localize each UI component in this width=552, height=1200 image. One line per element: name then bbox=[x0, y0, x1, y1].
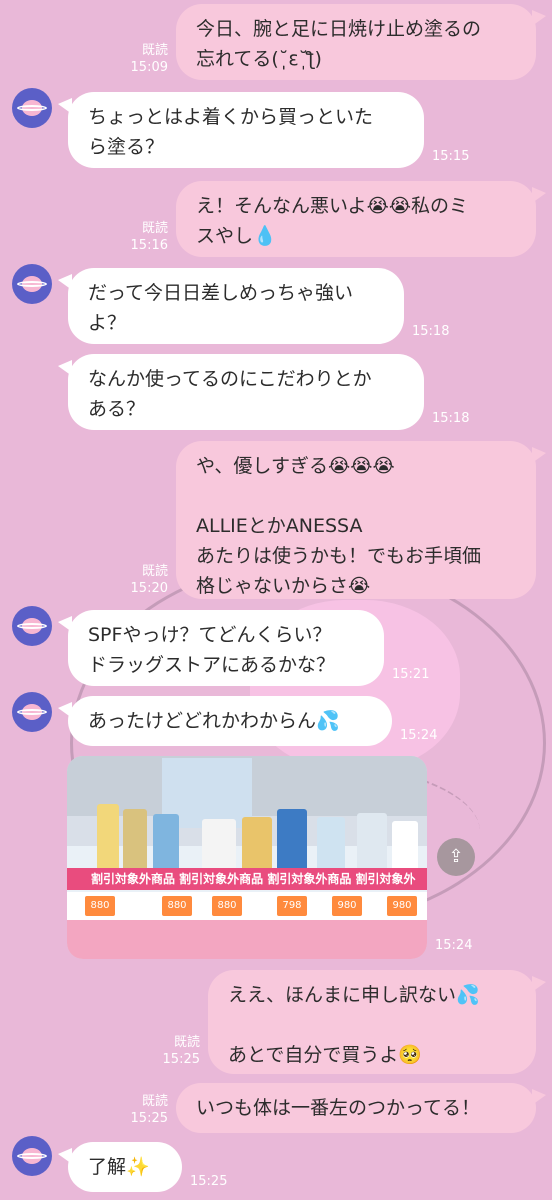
avatar[interactable] bbox=[12, 88, 52, 128]
message-time: 15:21 bbox=[392, 667, 430, 682]
price-tag: 980 bbox=[332, 896, 362, 916]
message-bubble-sent[interactable]: いつも体は一番左のつかってる！ bbox=[176, 1083, 546, 1133]
read-receipt: 既読 bbox=[141, 1094, 168, 1109]
price-tag: 880 bbox=[85, 896, 115, 916]
message-time: 15:18 bbox=[432, 411, 470, 426]
message-time: 15:09 bbox=[130, 60, 168, 75]
avatar[interactable] bbox=[12, 606, 52, 646]
message-bubble-received[interactable]: だって今日日差しめっちゃ強い よ？ bbox=[58, 268, 404, 344]
message-bubble-sent[interactable]: 今日、腕と足に日焼け止め塗るの 忘れてる(˘̩̩̩ε˘̩ƪ) bbox=[176, 4, 546, 80]
share-icon: ⇪ bbox=[448, 846, 464, 867]
chat-view[interactable]: 既読 15:09 今日、腕と足に日焼け止め塗るの 忘れてる(˘̩̩̩ε˘̩ƪ) … bbox=[0, 0, 552, 1200]
message-time: 15:16 bbox=[130, 238, 168, 253]
price-tag: 880 bbox=[162, 896, 192, 916]
message-meta: 既読 15:20 bbox=[110, 563, 168, 597]
read-receipt: 既読 bbox=[141, 564, 168, 579]
avatar[interactable] bbox=[12, 264, 52, 304]
message-bubble-sent[interactable]: ええ、ほんまに申し訳ない💦 あとで自分で買うよ🥺 bbox=[208, 970, 546, 1074]
price-tag: 880 bbox=[212, 896, 242, 916]
message-time: 15:25 bbox=[130, 1111, 168, 1126]
message-time: 15:25 bbox=[162, 1052, 200, 1067]
message-bubble-received[interactable]: 了解✨ bbox=[58, 1142, 182, 1192]
message-meta: 既読 15:16 bbox=[110, 220, 168, 254]
message-bubble-received[interactable]: SPFやっけ？てどんくらい？ ドラッグストアにあるかな？ bbox=[58, 610, 384, 686]
message-time: 15:15 bbox=[432, 149, 470, 164]
read-receipt: 既読 bbox=[141, 221, 168, 236]
message-time: 15:18 bbox=[412, 324, 450, 339]
message-bubble-sent[interactable]: や、優しすぎる😭😭😭 ALLIEとかANESSA あたりは使うかも！でもお手頃価… bbox=[176, 441, 546, 599]
banner-text: 割引対象外商品 割引対象外商品 割引対象外商品 割引対象外 bbox=[67, 868, 427, 890]
message-time: 15:25 bbox=[190, 1174, 228, 1189]
message-meta: 既読 15:25 bbox=[146, 1034, 200, 1068]
price-tag: 798 bbox=[277, 896, 307, 916]
message-time: 15:20 bbox=[130, 581, 168, 596]
message-bubble-sent[interactable]: え！そんなん悪いよ😭😭私のミ スやし💧 bbox=[176, 181, 546, 257]
avatar[interactable] bbox=[12, 692, 52, 732]
message-meta: 既読 15:09 bbox=[110, 42, 168, 76]
photo-message[interactable]: 割引対象外商品 割引対象外商品 割引対象外商品 割引対象外 880 880 88… bbox=[67, 756, 427, 959]
read-receipt: 既読 bbox=[173, 1035, 200, 1050]
message-bubble-received[interactable]: あったけどどれかわからん💦 bbox=[58, 696, 392, 746]
price-tag: 980 bbox=[387, 896, 417, 916]
message-time: 15:24 bbox=[400, 728, 438, 743]
avatar[interactable] bbox=[12, 1136, 52, 1176]
share-button[interactable]: ⇪ bbox=[437, 838, 475, 876]
message-bubble-received[interactable]: なんか使ってるのにこだわりとか ある？ bbox=[58, 354, 424, 430]
read-receipt: 既読 bbox=[141, 43, 168, 58]
message-bubble-received[interactable]: ちょっとはよ着くから買っといた ら塗る？ bbox=[58, 92, 424, 168]
message-meta: 既読 15:25 bbox=[110, 1093, 168, 1127]
message-time: 15:24 bbox=[435, 938, 473, 953]
